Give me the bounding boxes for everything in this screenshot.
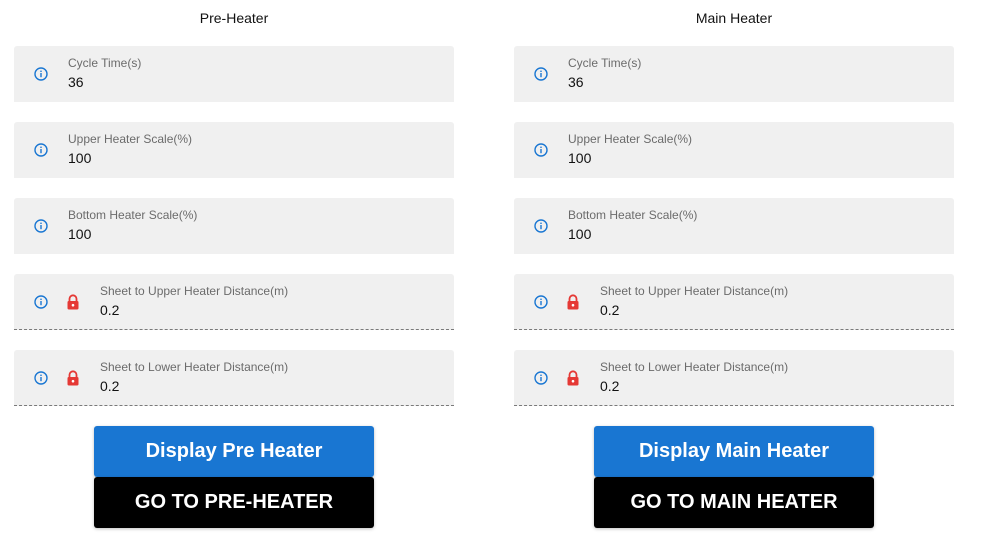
field-label: Sheet to Lower Heater Distance(m) (600, 360, 789, 374)
main-bottom-heater-scale-field[interactable]: Bottom Heater Scale(%) 100 (514, 198, 954, 254)
info-icon[interactable] (34, 295, 48, 309)
pre-bottom-heater-scale-field[interactable]: Bottom Heater Scale(%) 100 (14, 198, 454, 254)
field-label: Sheet to Upper Heater Distance(m) (100, 284, 289, 298)
field-value: 0.2 (600, 302, 620, 318)
pre-lower-distance-field: Sheet to Lower Heater Distance(m) 0.2 (14, 350, 454, 406)
info-icon[interactable] (534, 295, 548, 309)
field-label: Upper Heater Scale(%) (68, 132, 193, 146)
main-cycle-time-field[interactable]: Cycle Time(s) 36 (514, 46, 954, 102)
info-icon[interactable] (34, 67, 48, 81)
field-value[interactable]: 36 (568, 74, 584, 90)
info-icon[interactable] (34, 371, 48, 385)
field-value[interactable]: 100 (68, 226, 91, 242)
display-pre-heater-button[interactable]: Display Pre Heater (94, 426, 374, 477)
pre-heater-title: Pre-Heater (199, 10, 269, 26)
info-icon[interactable] (34, 219, 48, 233)
info-icon[interactable] (534, 143, 548, 157)
field-label: Upper Heater Scale(%) (568, 132, 693, 146)
pre-heater-panel: Pre-Heater Cycle Time(s) 36 Upper Heater… (14, 0, 454, 536)
field-label: Cycle Time(s) (568, 56, 642, 70)
field-value[interactable]: 100 (568, 150, 591, 166)
lock-icon (67, 294, 79, 310)
field-label: Bottom Heater Scale(%) (68, 208, 198, 222)
main-heater-panel: Main Heater Cycle Time(s) 36 Upper Heate… (514, 0, 954, 536)
field-value: 0.2 (100, 302, 120, 318)
lock-icon (567, 294, 579, 310)
field-label: Bottom Heater Scale(%) (568, 208, 698, 222)
field-value[interactable]: 100 (68, 150, 91, 166)
go-to-pre-heater-button[interactable]: GO TO PRE-HEATER (94, 477, 374, 528)
field-value[interactable]: 100 (568, 226, 591, 242)
main-upper-distance-field: Sheet to Upper Heater Distance(m) 0.2 (514, 274, 954, 330)
field-label: Sheet to Upper Heater Distance(m) (600, 284, 789, 298)
field-label: Cycle Time(s) (68, 56, 142, 70)
lock-icon (567, 370, 579, 386)
field-value[interactable]: 36 (68, 74, 84, 90)
main-upper-heater-scale-field[interactable]: Upper Heater Scale(%) 100 (514, 122, 954, 178)
info-icon[interactable] (534, 67, 548, 81)
info-icon[interactable] (34, 143, 48, 157)
info-icon[interactable] (534, 219, 548, 233)
pre-cycle-time-field[interactable]: Cycle Time(s) 36 (14, 46, 454, 102)
field-label: Sheet to Lower Heater Distance(m) (100, 360, 289, 374)
field-value: 0.2 (600, 378, 620, 394)
info-icon[interactable] (534, 371, 548, 385)
pre-upper-distance-field: Sheet to Upper Heater Distance(m) 0.2 (14, 274, 454, 330)
main-heater-title: Main Heater (695, 10, 773, 26)
pre-upper-heater-scale-field[interactable]: Upper Heater Scale(%) 100 (14, 122, 454, 178)
main-lower-distance-field: Sheet to Lower Heater Distance(m) 0.2 (514, 350, 954, 406)
go-to-main-heater-button[interactable]: GO TO MAIN HEATER (594, 477, 874, 528)
lock-icon (67, 370, 79, 386)
field-value: 0.2 (100, 378, 120, 394)
display-main-heater-button[interactable]: Display Main Heater (594, 426, 874, 477)
